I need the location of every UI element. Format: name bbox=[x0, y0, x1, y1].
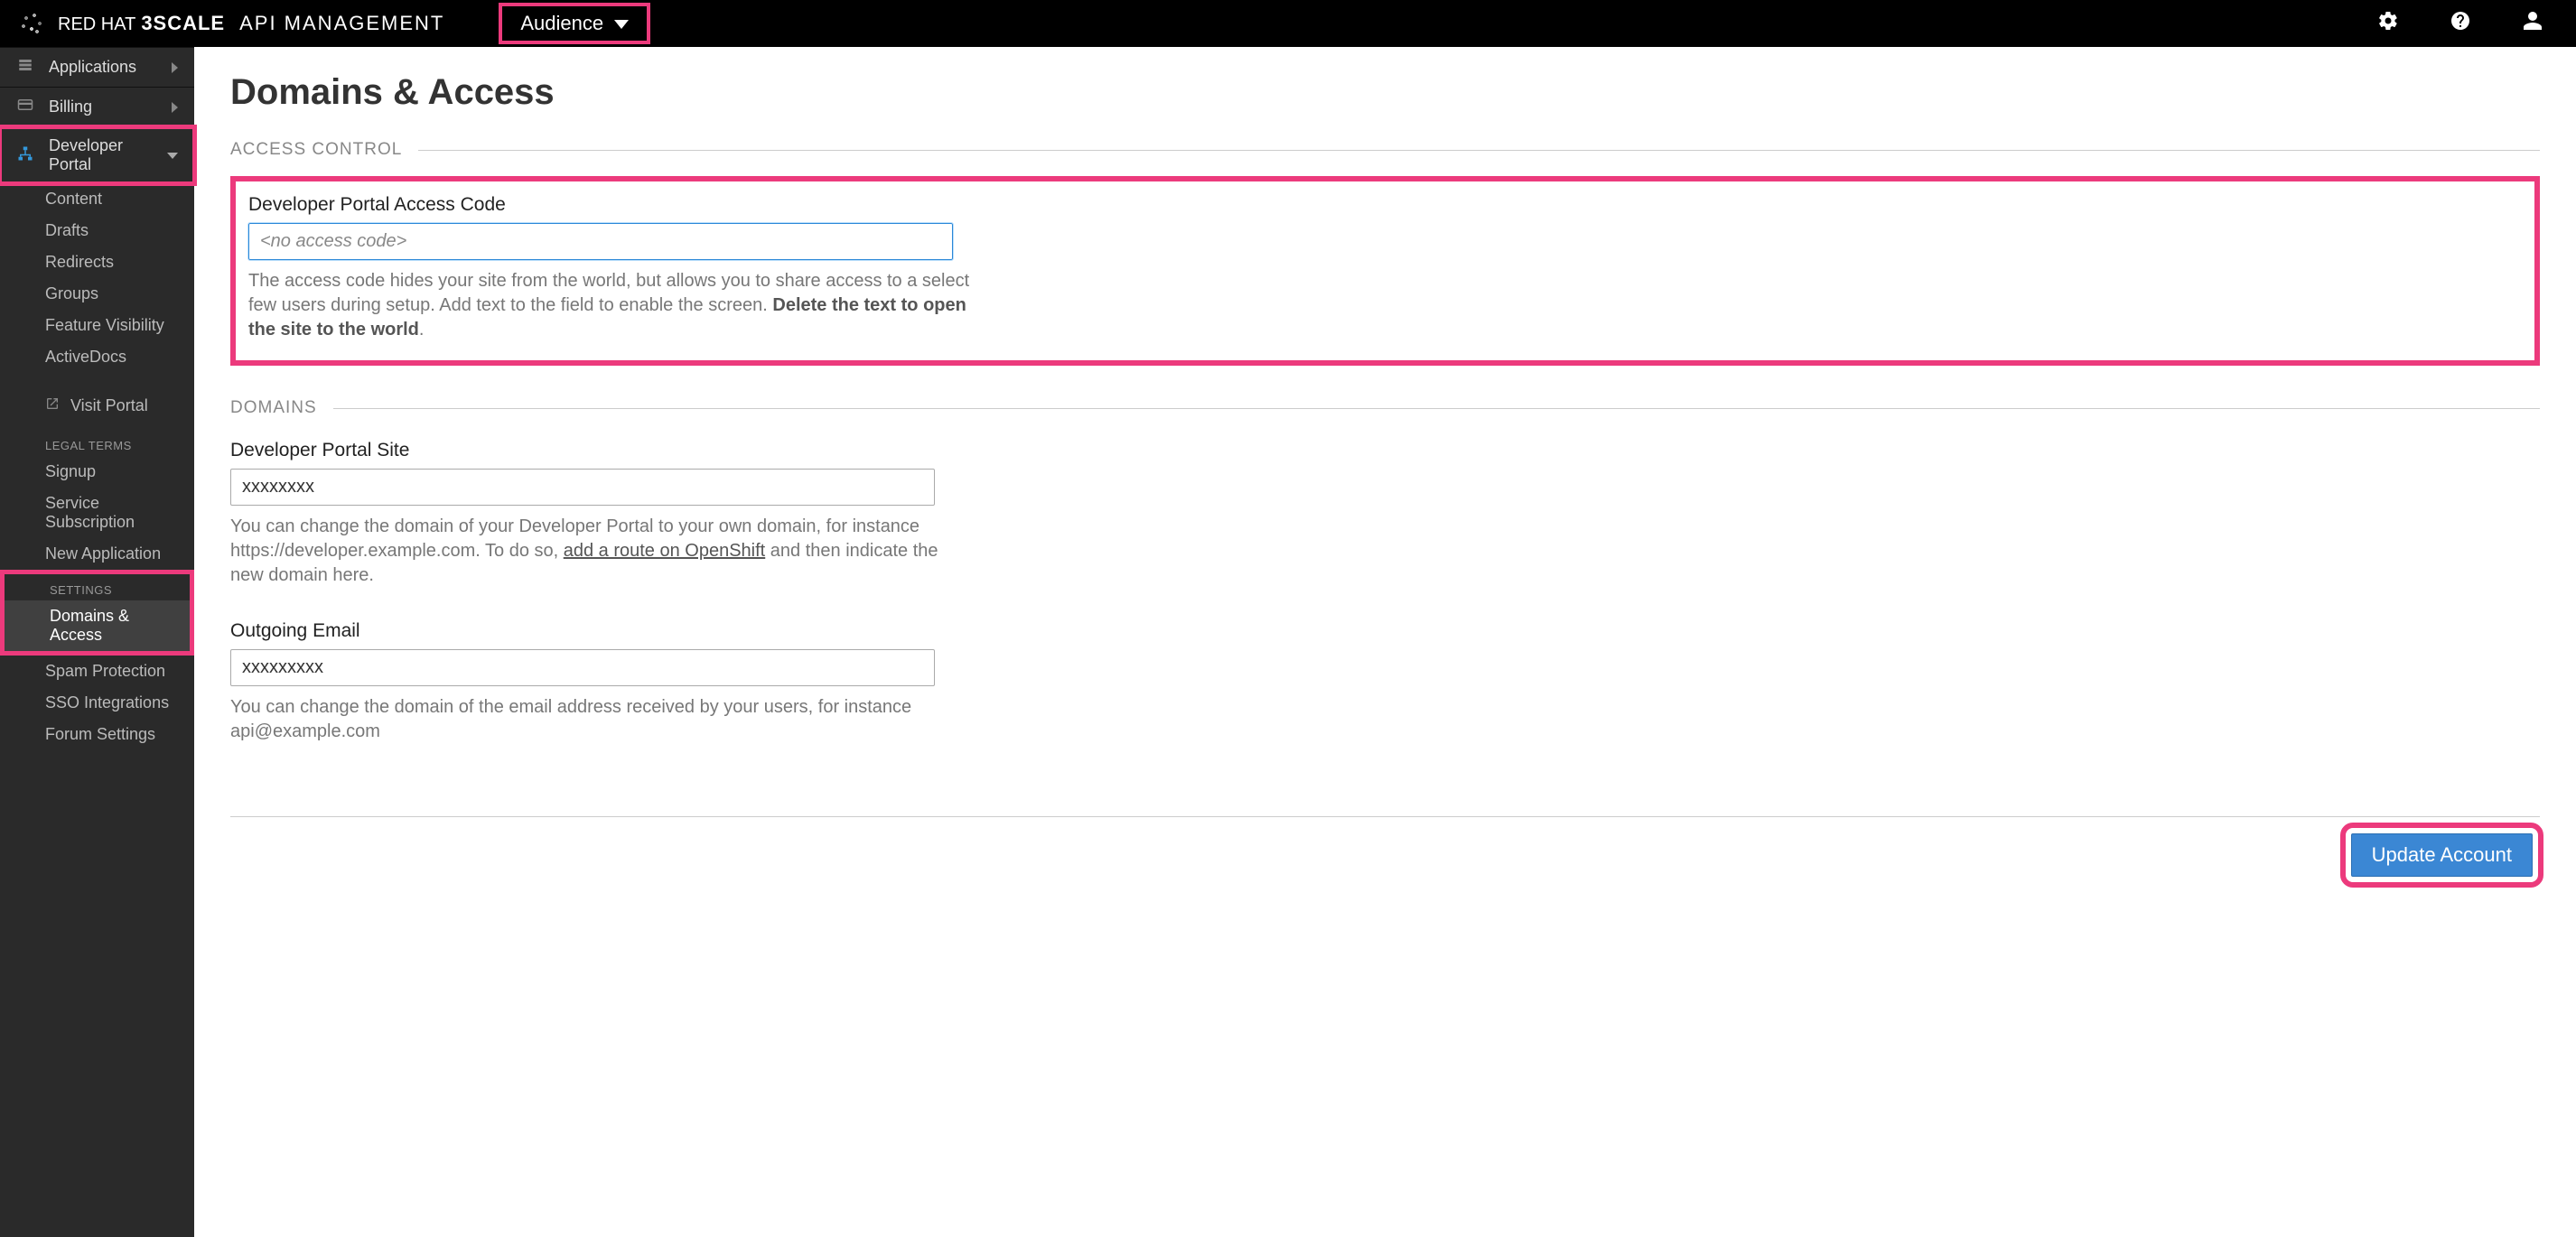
sidebar-subhead-settings: Settings bbox=[5, 574, 190, 600]
sidebar-item-label: Billing bbox=[49, 98, 92, 116]
chevron-right-icon bbox=[172, 102, 178, 113]
sidebar-item-visit-portal[interactable]: Visit Portal bbox=[0, 386, 194, 426]
gear-icon[interactable] bbox=[2377, 10, 2399, 37]
page-title: Domains & Access bbox=[230, 72, 2540, 113]
sidebar-item-signup[interactable]: Signup bbox=[0, 456, 194, 488]
sidebar-item-applications[interactable]: Applications bbox=[0, 48, 194, 87]
outgoing-email-group: Outgoing Email You can change the domain… bbox=[230, 620, 2540, 744]
sidebar-item-sso-integrations[interactable]: SSO Integrations bbox=[0, 687, 194, 719]
sidebar-item-billing[interactable]: Billing bbox=[0, 88, 194, 126]
access-code-label: Developer Portal Access Code bbox=[248, 194, 2522, 216]
context-dropdown[interactable]: Audience bbox=[499, 3, 650, 44]
access-code-group: Developer Portal Access Code The access … bbox=[230, 176, 2540, 366]
access-code-input[interactable] bbox=[248, 223, 953, 260]
brand: RED HAT 3SCALE API MANAGEMENT bbox=[18, 10, 444, 37]
portal-site-help: You can change the domain of your Develo… bbox=[230, 515, 971, 588]
context-dropdown-label: Audience bbox=[520, 12, 603, 35]
sidebar-item-groups[interactable]: Groups bbox=[0, 278, 194, 310]
brand-logo-icon bbox=[18, 10, 45, 37]
sidebar-item-feature-visibility[interactable]: Feature Visibility bbox=[0, 310, 194, 341]
external-link-icon bbox=[45, 396, 60, 415]
help-text-post: . bbox=[419, 320, 425, 339]
brand-redhat: RED HAT bbox=[58, 14, 135, 35]
brand-3scale: 3SCALE bbox=[141, 12, 225, 35]
chevron-down-icon bbox=[167, 153, 178, 159]
openshift-route-link[interactable]: add a route on OpenShift bbox=[564, 541, 766, 561]
sidebar-item-label: Applications bbox=[49, 58, 136, 77]
footer-actions: Update Account bbox=[230, 816, 2540, 877]
brand-api-mgmt: API MANAGEMENT bbox=[239, 12, 444, 35]
sidebar-item-content[interactable]: Content bbox=[0, 183, 194, 215]
section-rule bbox=[333, 408, 2540, 409]
main-layout: Applications Billing Developer Portal bbox=[0, 47, 2576, 1237]
sidebar-subhead-legal-terms: Legal Terms bbox=[0, 426, 194, 456]
sidebar-item-label: Developer Portal bbox=[49, 136, 153, 174]
outgoing-email-input[interactable] bbox=[230, 649, 935, 686]
billing-icon bbox=[16, 97, 34, 117]
sidebar-item-redirects[interactable]: Redirects bbox=[0, 246, 194, 278]
sidebar-item-forum-settings[interactable]: Forum Settings bbox=[0, 719, 194, 750]
portal-site-input[interactable] bbox=[230, 469, 935, 506]
content-area: Domains & Access ACCESS CONTROL Develope… bbox=[194, 47, 2576, 1237]
outgoing-email-help: You can change the domain of the email a… bbox=[230, 695, 971, 744]
sidebar-item-drafts[interactable]: Drafts bbox=[0, 215, 194, 246]
developer-portal-submenu: Content Drafts Redirects Groups Feature … bbox=[0, 183, 194, 373]
sidebar-item-spam-protection[interactable]: Spam Protection bbox=[0, 656, 194, 687]
applications-icon bbox=[16, 57, 34, 78]
help-icon[interactable] bbox=[2450, 10, 2471, 37]
portal-site-group: Developer Portal Site You can change the… bbox=[230, 440, 2540, 588]
settings-submenu-rest: Spam Protection SSO Integrations Forum S… bbox=[0, 656, 194, 750]
sidebar-item-new-application[interactable]: New Application bbox=[0, 538, 194, 570]
section-label: DOMAINS bbox=[230, 398, 317, 418]
sidebar-item-developer-portal[interactable]: Developer Portal bbox=[0, 127, 194, 183]
outgoing-email-label: Outgoing Email bbox=[230, 620, 2540, 642]
sidebar-item-domains-access[interactable]: Domains & Access bbox=[5, 600, 190, 651]
chevron-right-icon bbox=[172, 62, 178, 73]
section-domains: DOMAINS bbox=[230, 398, 2540, 418]
top-header: RED HAT 3SCALE API MANAGEMENT Audience bbox=[0, 0, 2576, 47]
chevron-down-icon bbox=[614, 20, 629, 29]
sidebar: Applications Billing Developer Portal bbox=[0, 47, 194, 1237]
legal-terms-submenu: Signup Service Subscription New Applicat… bbox=[0, 456, 194, 570]
section-label: ACCESS CONTROL bbox=[230, 140, 402, 160]
sitemap-icon bbox=[16, 145, 34, 166]
section-rule bbox=[418, 150, 2540, 151]
settings-submenu-top: Domains & Access bbox=[5, 600, 190, 651]
access-code-help: The access code hides your site from the… bbox=[248, 269, 989, 342]
settings-domains-highlight: Settings Domains & Access bbox=[0, 570, 194, 656]
portal-site-label: Developer Portal Site bbox=[230, 440, 2540, 461]
brand-text: RED HAT 3SCALE API MANAGEMENT bbox=[58, 12, 444, 35]
sidebar-item-label: Visit Portal bbox=[70, 396, 148, 415]
section-access-control: ACCESS CONTROL bbox=[230, 140, 2540, 160]
user-icon[interactable] bbox=[2522, 10, 2543, 37]
sidebar-item-service-subscription[interactable]: Service Subscription bbox=[0, 488, 194, 538]
update-account-button[interactable]: Update Account bbox=[2351, 833, 2533, 877]
header-right bbox=[2377, 10, 2558, 37]
sidebar-item-activedocs[interactable]: ActiveDocs bbox=[0, 341, 194, 373]
